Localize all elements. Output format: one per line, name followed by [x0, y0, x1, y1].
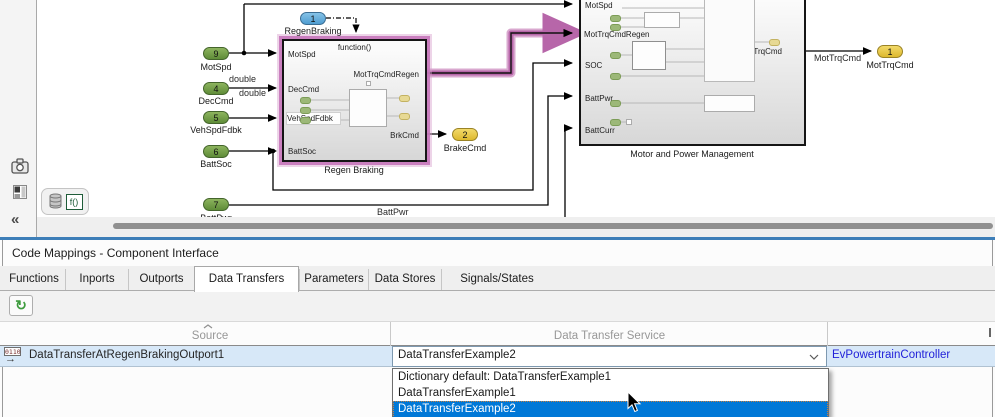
content-preview	[610, 24, 621, 31]
panel-toolbar: ↻	[0, 291, 995, 322]
inport-motspd-label: MotSpd	[186, 62, 246, 72]
tab-inports[interactable]: Inports	[65, 269, 128, 290]
tab-data-transfers[interactable]: Data Transfers	[194, 266, 299, 292]
trigger-port-label: function()	[338, 43, 371, 52]
inport-vehspdfdbk[interactable]: 5	[203, 111, 229, 124]
data-dictionary-icon	[48, 193, 63, 210]
content-preview	[632, 41, 666, 70]
content-preview	[626, 119, 632, 125]
motor-inport-label: BattPwr	[585, 94, 613, 103]
motor-inport-label: MotSpd	[585, 1, 613, 10]
tab-signals-states[interactable]: Signals/States	[441, 269, 552, 290]
content-preview	[610, 119, 621, 126]
inport-vehspdfdbk-label: VehSpdFdbk	[186, 125, 246, 135]
inport-motspd[interactable]: 9	[203, 47, 229, 60]
content-preview	[300, 107, 311, 114]
content-preview	[769, 39, 780, 46]
clipped-column-header	[989, 328, 991, 337]
dropdown-item-dictionary-default[interactable]: Dictionary default: DataTransferExample1	[393, 369, 828, 385]
motor-inport-label: BattCurr	[585, 126, 615, 135]
function-badge-icon: f()	[66, 194, 83, 210]
content-preview	[610, 73, 621, 80]
inport-regenbraking-label: RegenBraking	[283, 26, 343, 36]
content-preview	[399, 113, 410, 120]
column-separator	[390, 322, 391, 346]
code-mappings-panel: Code Mappings - Component Interface Func…	[0, 237, 995, 417]
viewmarks-icon[interactable]	[13, 185, 27, 200]
regen-inport-label: MotSpd	[288, 50, 316, 59]
column-header-source[interactable]: Source	[30, 330, 390, 342]
inport-battsoc[interactable]: 6	[203, 145, 229, 158]
tab-outports[interactable]: Outports	[128, 269, 194, 290]
motor-block-title: Motor and Power Management	[622, 149, 762, 159]
inport-deccmd[interactable]: 4	[203, 82, 229, 95]
inport-battsoc-label: BattSoc	[186, 159, 246, 169]
motor-power-subsystem[interactable]: MotSpd MotTrqCmdRegen SOC BattPwr BattCu…	[579, 0, 806, 146]
content-preview	[610, 52, 621, 59]
dropdown-item-example2-highlighted[interactable]: DataTransferExample2	[393, 401, 828, 417]
panel-title: Code Mappings - Component Interface	[12, 246, 219, 260]
content-preview	[399, 95, 410, 102]
palette-sidebar: «	[0, 0, 37, 237]
signal-name-label: BattPwr	[377, 207, 409, 217]
dropdown-item-example1[interactable]: DataTransferExample1	[393, 385, 828, 401]
content-preview	[366, 81, 371, 86]
signal-type-label: double	[239, 88, 266, 98]
regen-block-title: Regen Braking	[294, 165, 414, 175]
content-preview	[610, 15, 621, 22]
mouse-cursor	[627, 392, 642, 414]
horizontal-scrollbar-thumb[interactable]	[113, 223, 993, 229]
simulink-window: function() MotSpd DecCmd VehSpdFdbk Batt…	[0, 0, 995, 417]
content-preview	[349, 89, 387, 127]
tab-functions[interactable]: Functions	[3, 269, 65, 290]
column-separator	[827, 322, 828, 346]
collapse-sidebar-icon[interactable]: «	[11, 211, 19, 228]
chevron-down-icon	[809, 354, 819, 360]
inport-regenbraking[interactable]: 1	[300, 12, 326, 25]
refresh-button[interactable]: ↻	[9, 295, 33, 316]
component-name-link[interactable]: EvPowertrainController	[832, 349, 950, 361]
motor-inport-label: MotTrqCmdRegen	[584, 30, 650, 39]
data-transfer-icon: 0110 →	[4, 347, 23, 366]
data-transfer-service-combobox[interactable]: DataTransferExample2	[392, 346, 827, 367]
table-header-row: Source Data Transfer Service	[0, 322, 995, 346]
regen-inport-label: DecCmd	[288, 85, 319, 94]
signal-name-label: MotTrqCmd	[814, 53, 861, 63]
tab-parameters[interactable]: Parameters	[299, 269, 368, 290]
column-header-service[interactable]: Data Transfer Service	[392, 330, 827, 342]
combobox-selected-value: DataTransferExample2	[398, 349, 516, 361]
sort-ascending-icon[interactable]	[203, 324, 213, 329]
canvas-badge-group[interactable]: f()	[41, 188, 89, 215]
signal-type-label: double	[229, 74, 256, 84]
screenshot-camera-icon[interactable]	[11, 158, 29, 174]
model-canvas[interactable]: function() MotSpd DecCmd VehSpdFdbk Batt…	[0, 0, 995, 217]
regen-inport-label: BattSoc	[288, 147, 316, 156]
row-source-name: DataTransferAtRegenBrakingOutport1	[29, 349, 224, 361]
content-preview	[610, 100, 621, 107]
content-preview	[300, 97, 311, 104]
regen-outport-label: MotTrqCmdRegen	[353, 70, 419, 79]
outport-mottrqcmd-label: MotTrqCmd	[860, 60, 920, 70]
content-preview	[704, 0, 755, 82]
tab-data-stores[interactable]: Data Stores	[368, 269, 441, 290]
regen-braking-subsystem[interactable]: function() MotSpd DecCmd VehSpdFdbk Batt…	[282, 39, 427, 162]
tab-bar: Functions Inports Outports Data Transfer…	[0, 266, 995, 291]
motor-inport-label: SOC	[585, 61, 602, 70]
content-preview	[300, 117, 311, 124]
inport-deccmd-label: DecCmd	[186, 96, 246, 106]
inport-battpwr[interactable]: 7	[203, 198, 229, 211]
outport-brakecmd-label: BrakeCmd	[435, 143, 495, 153]
service-dropdown-popup: Dictionary default: DataTransferExample1…	[392, 368, 829, 417]
content-preview	[644, 12, 680, 28]
signal-wires	[0, 0, 995, 217]
outport-brakecmd[interactable]: 2	[452, 128, 478, 141]
content-preview	[704, 95, 755, 112]
outport-mottrqcmd[interactable]: 1	[877, 45, 903, 58]
panel-accent-border	[0, 237, 995, 240]
regen-outport-label: BrkCmd	[390, 131, 419, 140]
